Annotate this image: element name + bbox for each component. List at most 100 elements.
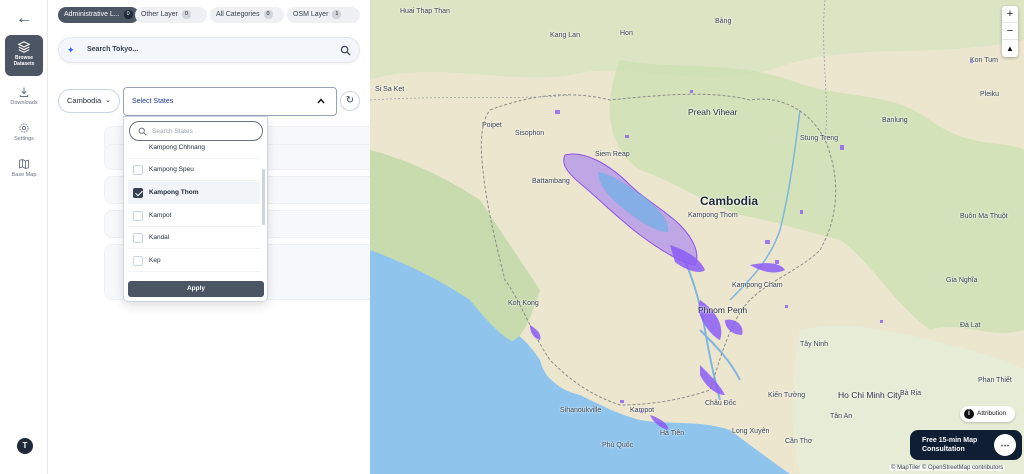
- map-place-label: Tân An: [830, 413, 853, 420]
- tab-count-badge: 1: [332, 10, 342, 19]
- downloads-label: Downloads: [10, 100, 38, 106]
- states-search-input[interactable]: Search States: [129, 121, 263, 141]
- chevron-down-icon: ⌄: [105, 97, 111, 104]
- basemap-label: Base Map: [11, 172, 37, 178]
- map-place-label: Si Sa Ket: [375, 86, 405, 93]
- tab-count-badge: 0: [263, 10, 273, 19]
- map-place-label: Kiến Tường: [768, 392, 806, 399]
- browse-datasets-button[interactable]: Browse Datasets: [5, 35, 43, 76]
- zoom-in-button[interactable]: +: [1002, 6, 1018, 23]
- state-option-label: Kandal: [149, 234, 170, 241]
- consult-line-1: Free 15-min Map: [922, 437, 978, 444]
- tab-label: Other Layer: [141, 11, 178, 18]
- map-place-label: Bà Rịa: [900, 390, 922, 397]
- avatar[interactable]: T: [17, 438, 33, 454]
- map-place-label: Ho Chi Minh City: [838, 390, 902, 400]
- zoom-out-button[interactable]: −: [1002, 23, 1018, 40]
- checkbox[interactable]: [133, 233, 143, 243]
- map-place-label: Bảng: [715, 18, 732, 25]
- map-place-label: Banlung: [882, 117, 908, 124]
- checkbox[interactable]: [133, 211, 143, 221]
- tab-all-categories[interactable]: All Categories 0: [210, 7, 284, 23]
- map-place-label: Kon Tum: [970, 57, 999, 64]
- sparkle-icon: ✦: [67, 45, 75, 55]
- downloads-nav[interactable]: Downloads: [0, 86, 48, 106]
- map-place-label: Hà Tiên: [660, 430, 685, 437]
- checkbox[interactable]: [133, 256, 143, 266]
- state-option-kampot[interactable]: Kampot: [128, 205, 260, 227]
- refresh-button[interactable]: ↻: [340, 91, 360, 111]
- map-place-label: Cần Thơ: [785, 438, 813, 445]
- map-place-label: Đà Lạt: [960, 322, 981, 329]
- state-option-kandal[interactable]: Kandal: [128, 227, 260, 249]
- map-place-label: Koh Kong: [508, 300, 539, 307]
- map-place-label: Buôn Ma Thuột: [960, 213, 1008, 220]
- map-place-label: Pleiku: [980, 91, 1000, 98]
- search-icon: [138, 127, 147, 136]
- tab-other-layer[interactable]: Other Layer 0: [135, 7, 207, 23]
- chevron-up-icon: [317, 98, 325, 104]
- states-dropdown: Search States Kampong Chhnang Kampong Sp…: [123, 116, 268, 302]
- map-place-label: Battambang: [532, 178, 570, 185]
- consultation-banner[interactable]: Free 15-min Map Consultation ⋯: [910, 430, 1022, 460]
- state-option-kep[interactable]: Kep: [128, 250, 260, 272]
- map-place-label: Huai Thap Than: [400, 8, 450, 15]
- map-place-label: Preah Vihear: [688, 107, 738, 117]
- attribution-label: Attribution: [977, 410, 1007, 417]
- back-arrow-icon[interactable]: ←: [14, 9, 34, 29]
- zoom-controls: + − ▲: [1002, 6, 1018, 57]
- map-place-label: Gia Nghĩa: [946, 277, 978, 284]
- download-icon: [19, 87, 29, 97]
- map-copyright[interactable]: © MapTiler © OpenStreetMap contributors: [889, 465, 1006, 471]
- country-value: Cambodia: [67, 96, 102, 105]
- map-place-label: Sisophon: [515, 130, 545, 137]
- browse-datasets-label: Browse Datasets: [13, 55, 35, 67]
- tab-administrative[interactable]: Administrative L... 0: [58, 7, 139, 23]
- consult-line-2: Consultation: [922, 446, 965, 453]
- tab-label: Administrative L...: [64, 11, 120, 18]
- attribution-button[interactable]: i Attribution: [960, 406, 1015, 422]
- map-place-label: Poipet: [482, 122, 502, 129]
- tab-count-badge: 0: [123, 10, 133, 19]
- country-select[interactable]: Cambodia ⌄: [58, 89, 120, 113]
- map-place-label: Sihanoukville: [560, 407, 602, 414]
- settings-nav[interactable]: Settings: [0, 122, 48, 142]
- map-place-label: Phú Quốc: [602, 442, 634, 449]
- info-icon: i: [964, 409, 974, 419]
- map-place-label: Tây Ninh: [800, 341, 829, 348]
- checkbox-checked[interactable]: [133, 188, 143, 198]
- states-select-label: Select States: [132, 98, 174, 105]
- apply-button[interactable]: Apply: [128, 281, 264, 297]
- search-bar[interactable]: ✦ Search Tokyo...: [58, 37, 360, 63]
- basemap-terrain: [370, 0, 1024, 474]
- map-country-label: Cambodia: [700, 194, 759, 208]
- search-placeholder: Search Tokyo...: [87, 46, 139, 53]
- checkbox[interactable]: [133, 165, 143, 175]
- search-icon[interactable]: [340, 45, 351, 56]
- map-place-label: Stung Treng: [800, 135, 839, 142]
- map-icon: [19, 159, 29, 169]
- state-option-label: Kampong Speu: [149, 166, 194, 173]
- settings-label: Settings: [14, 136, 34, 142]
- basemap-nav[interactable]: Base Map: [0, 158, 48, 178]
- layers-icon: [17, 41, 31, 53]
- states-select[interactable]: Select States: [123, 87, 337, 116]
- tab-osm-layer[interactable]: OSM Layer 1: [287, 7, 360, 23]
- map-place-label: Châu Đốc: [705, 400, 737, 407]
- tab-label: All Categories: [216, 11, 260, 18]
- state-option-label: Kep: [149, 257, 161, 264]
- state-option-kampong-thom[interactable]: Kampong Thom: [128, 182, 260, 204]
- state-option-kampong-speu[interactable]: Kampong Speu: [128, 159, 260, 181]
- map-place-label: Hon: [620, 30, 633, 37]
- dropdown-scrollbar[interactable]: [262, 169, 265, 225]
- chat-bubble-icon[interactable]: ⋯: [994, 434, 1016, 456]
- state-option-kampong-chhnang[interactable]: Kampong Chhnang: [128, 141, 260, 159]
- map-place-label: Siem Reap: [595, 151, 630, 158]
- map-place-label: Kampong Cham: [732, 282, 783, 289]
- map-place-label: Phnom Penh: [698, 305, 748, 315]
- state-option-label: Kampot: [149, 212, 172, 219]
- compass-north-icon[interactable]: ▲: [1002, 40, 1018, 57]
- tab-label: OSM Layer: [293, 11, 329, 18]
- map-place-label: Long Xuyên: [732, 428, 770, 435]
- map-canvas[interactable]: Huai Thap Than Kang Lan Hon Bảng Si Sa K…: [370, 0, 1024, 474]
